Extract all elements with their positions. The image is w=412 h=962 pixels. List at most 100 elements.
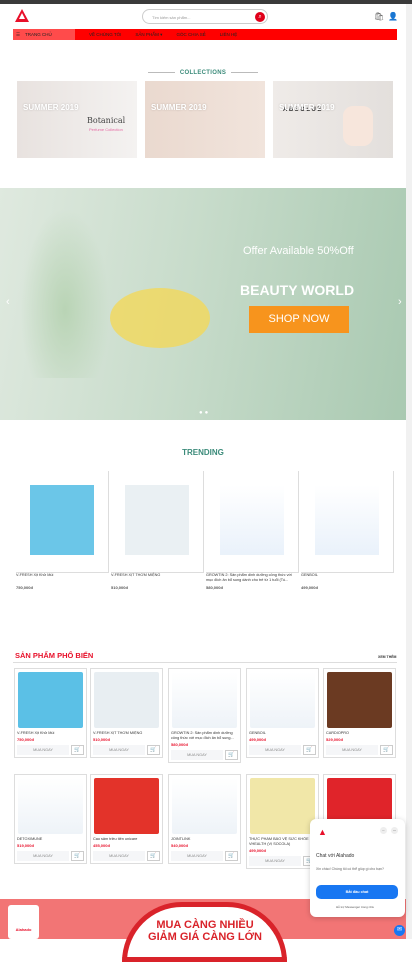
divider <box>13 662 397 663</box>
add-to-cart-icon[interactable]: 🛒 <box>380 745 393 755</box>
buy-now-button[interactable]: MUA NGAY <box>93 745 145 755</box>
trending-card[interactable] <box>16 471 109 573</box>
product-name[interactable]: GROWTIN 2: Sản phẩm dinh dưỡng công thức… <box>169 731 240 741</box>
start-chat-button[interactable]: Bắt đầu chat <box>316 885 398 899</box>
hero-headline: BEAUTY WORLD <box>240 282 355 298</box>
see-more-link[interactable]: XEM THÊM <box>378 655 396 659</box>
chat-footer: Hỗ trợ Messenger trong nhà <box>336 905 374 909</box>
nav-item-blog[interactable]: GÓC CHIA SẺ <box>176 32 205 37</box>
trending-card[interactable] <box>301 471 394 573</box>
nav-item-home[interactable]: ☰ TRANG CHỦ <box>13 29 75 40</box>
messenger-icon[interactable]: ✉ <box>394 925 405 936</box>
product-card[interactable]: GENBOIL 499,000đ MUA NGAY 🛒 <box>246 668 319 758</box>
product-image <box>327 672 392 728</box>
product-image <box>250 672 315 728</box>
product-card[interactable]: JOINTLINK 540,000đ MUA NGAY 🛒 <box>168 774 241 864</box>
product-name[interactable]: V-FRESH Xịt Khử Mùi <box>16 573 108 578</box>
buy-now-button[interactable]: MUA NGAY <box>17 745 69 755</box>
product-price: 580,000đ <box>171 742 188 747</box>
collection-label: SUMMER 2019 <box>279 103 335 112</box>
search-placeholder: Tìm kiếm sản phẩm... <box>152 15 191 20</box>
collection-card[interactable]: ABSOLUE SUMMER 2019 <box>273 81 393 158</box>
product-price: 510,000đ <box>93 737 110 742</box>
search-icon[interactable]: ⌕ <box>255 12 265 22</box>
collection-brand: Botanical <box>87 116 126 125</box>
nav-item-about[interactable]: VỀ CHÚNG TÔI <box>89 32 121 37</box>
buy-now-button[interactable]: MUA NGAY <box>93 851 145 861</box>
buy-now-button[interactable]: MUA NGAY <box>171 750 223 760</box>
product-price: 499,000đ <box>249 737 266 742</box>
trending-title: TRENDING <box>182 448 224 457</box>
alahado-logo: ▲ <box>318 827 327 837</box>
add-to-cart-icon[interactable]: 🛒 <box>303 745 316 755</box>
product-image <box>18 672 83 728</box>
product-image <box>172 778 237 834</box>
collection-sub: Perfume Collection <box>89 127 123 132</box>
product-card[interactable] <box>323 774 396 824</box>
product-card[interactable]: V-FRESH XỊT THƠM MIỆNG 510,000đ MUA NGAY… <box>90 668 163 758</box>
collections-title: COLLECTIONS <box>0 70 406 76</box>
perfume-bottle-image <box>343 106 373 146</box>
banner-text: MUA CÀNG NHIỀU GIẢM GIÁ CÀNG LỚN <box>120 919 290 943</box>
hero-offer: Offer Available 50%Off <box>243 245 354 257</box>
search-input[interactable]: Tìm kiếm sản phẩm... ⌕ <box>142 9 268 24</box>
nav-label: TRANG CHỦ <box>25 32 52 37</box>
user-icon[interactable]: 👤 <box>388 12 402 21</box>
hero-product-image <box>20 208 110 378</box>
slider-prev-arrow[interactable]: ‹ <box>6 296 10 308</box>
banner-line2: GIẢM GIÁ CÀNG LỚN <box>148 931 262 943</box>
product-image <box>327 778 392 822</box>
header: Tìm kiếm sản phẩm... ⌕ 🛍👤 <box>0 4 406 28</box>
add-to-cart-icon[interactable]: 🛒 <box>71 851 84 861</box>
collection-card[interactable]: SUMMER 2019 Botanical Perfume Collection <box>17 81 137 158</box>
product-price: 510,000đ <box>111 585 128 590</box>
nav-item-contact[interactable]: LIÊN HỆ <box>220 32 238 37</box>
product-card[interactable]: V-FRESH Xịt Khử Mùi 750,000đ MUA NGAY 🛒 <box>14 668 87 758</box>
product-card[interactable]: THỰC PHẨM BẢO VỆ SỨC KHỎE VHEALTH (VỊ SO… <box>246 774 319 869</box>
add-to-cart-icon[interactable]: 🛒 <box>71 745 84 755</box>
product-card[interactable]: GROWTIN 2: Sản phẩm dinh dưỡng công thức… <box>168 668 241 763</box>
product-name[interactable]: GROWTIN 2: Sản phẩm dinh dưỡng công thức… <box>206 573 298 583</box>
collection-label: SUMMER 2019 <box>23 103 79 112</box>
scrollbar[interactable] <box>406 4 412 939</box>
chat-title: Chat với Alahado <box>316 853 355 859</box>
slider-dots[interactable]: ●● <box>199 410 210 416</box>
product-price: 580,000đ <box>206 585 223 590</box>
product-image <box>30 485 94 555</box>
product-image <box>94 672 159 728</box>
product-name[interactable]: V-FRESH XỊT THƠM MIỆNG <box>111 573 203 578</box>
slider-next-arrow[interactable]: › <box>398 296 402 308</box>
add-to-cart-icon[interactable]: 🛒 <box>225 851 238 861</box>
buy-now-button[interactable]: MUA NGAY <box>17 851 69 861</box>
add-to-cart-icon[interactable]: 🛒 <box>225 750 238 760</box>
buy-now-button[interactable]: MUA NGAY <box>249 745 301 755</box>
buy-now-button[interactable]: MUA NGAY <box>249 856 301 866</box>
hero-slider: ‹ › Offer Available 50%Off BEAUTY WORLD … <box>0 188 406 420</box>
product-name[interactable]: THỰC PHẨM BẢO VỆ SỨC KHỎE VHEALTH (VỊ SO… <box>247 837 318 847</box>
menu-icon[interactable]: ☰ <box>16 32 20 38</box>
lemon-image <box>110 288 210 348</box>
minimize-icon[interactable]: — <box>391 827 398 834</box>
trending-card[interactable] <box>111 471 204 573</box>
banner-line1: MUA CÀNG NHIỀU <box>156 919 254 931</box>
cart-icon[interactable]: 🛍 <box>374 12 388 21</box>
add-to-cart-icon[interactable]: 🛒 <box>147 745 160 755</box>
nav-item-products[interactable]: SẢN PHẨM ▾ <box>135 32 162 38</box>
add-to-cart-icon[interactable]: 🛒 <box>147 851 160 861</box>
product-image <box>125 485 189 555</box>
product-name[interactable]: GENBOIL <box>301 573 393 578</box>
product-image <box>172 672 237 728</box>
buy-now-button[interactable]: MUA NGAY <box>326 745 378 755</box>
product-price: 540,000đ <box>171 843 188 848</box>
trending-card[interactable] <box>206 471 299 573</box>
shop-now-button[interactable]: SHOP NOW <box>249 306 349 333</box>
collection-card[interactable]: SUMMER 2019 <box>145 81 265 158</box>
alahado-logo[interactable] <box>15 9 29 22</box>
expand-icon[interactable]: ⇔ <box>380 827 387 834</box>
product-image <box>250 778 315 834</box>
product-card[interactable]: DETOXIMUNE 519,000đ MUA NGAY 🛒 <box>14 774 87 864</box>
product-image <box>315 485 379 555</box>
product-card[interactable]: Cao sâm triều tiên unicare 455,000đ MUA … <box>90 774 163 864</box>
product-card[interactable]: CARDIOPRO 529,000đ MUA NGAY 🛒 <box>323 668 396 758</box>
buy-now-button[interactable]: MUA NGAY <box>171 851 223 861</box>
